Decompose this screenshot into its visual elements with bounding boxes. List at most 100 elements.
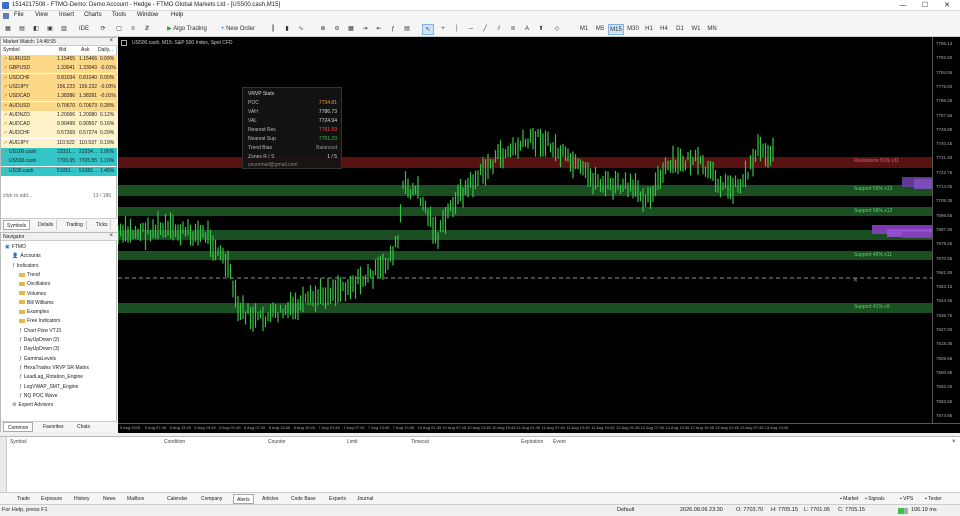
toolbox-side-strip[interactable] — [0, 437, 7, 493]
channel-icon[interactable]: ⫽ — [494, 24, 504, 35]
tab-ticks[interactable]: Ticks — [93, 220, 112, 230]
market-watch-row[interactable]: ↗ AUDCHF 0.57269 0.57274 0.29% — [1, 129, 117, 139]
timeframe-h4[interactable]: H4 — [657, 24, 671, 35]
market-watch-icon[interactable]: ◧ — [31, 24, 41, 35]
tab-exposure[interactable]: Exposure — [38, 494, 65, 504]
timeframe-d1[interactable]: D1 — [673, 24, 687, 35]
market-watch-row[interactable]: ↗ EURUSD 1.15455 1.15466 0.09% — [1, 55, 117, 64]
market-watch-row[interactable]: ↗ USDCHF 0.81034 0.81040 0.00% — [1, 73, 117, 83]
shapes-icon[interactable]: ◇ — [552, 24, 562, 35]
timeframe-m1[interactable]: M1 — [577, 24, 591, 35]
menu-view[interactable]: View — [35, 12, 48, 18]
tab-code-base[interactable]: Code Base — [288, 494, 319, 504]
market-watch-row[interactable]: ↗ US500.cash 7705.65 7705.55 1.10% — [1, 157, 117, 167]
arrows-icon[interactable]: ⬆ — [536, 24, 546, 35]
algo-trading-button[interactable]: ▶ Algo Trading — [163, 24, 211, 35]
menu-window[interactable]: Window — [137, 12, 158, 18]
navigator-item[interactable]: Trend — [19, 271, 40, 280]
new-chart-icon[interactable]: ▦ — [3, 24, 13, 35]
autoscroll-icon[interactable]: ⇥ — [360, 24, 370, 35]
market-watch-row[interactable]: ↗ AUDJPY 110.522 110.537 0.19% — [1, 138, 117, 148]
navigator-item[interactable]: ƒ DayUpDown (2) — [19, 336, 59, 345]
alerts-col-expiration[interactable]: Expiration — [521, 439, 543, 445]
mw-col-ask[interactable]: Ask — [81, 47, 89, 53]
new-order-button[interactable]: + New Order — [216, 24, 260, 35]
navigator-item[interactable]: ƒ LogVWAP_SMT_Engine — [19, 383, 78, 392]
navigator-item[interactable]: Free Indicators — [19, 317, 60, 326]
menu-charts[interactable]: Charts — [84, 12, 102, 18]
market-watch-row[interactable]: ↗ AUDCAD 0.90499 0.90507 0.16% — [1, 120, 117, 130]
history-icon[interactable]: ▢ — [114, 24, 124, 35]
tile-windows-icon[interactable]: ▦ — [346, 24, 356, 35]
horizontal-line-icon[interactable]: ─ — [466, 24, 476, 35]
tab-details[interactable]: Details — [35, 220, 58, 230]
alerts-col-counter[interactable]: Counter — [268, 439, 286, 445]
market-watch-row[interactable]: ↗ USDCAD 1.38386 1.38391 -0.01% — [1, 92, 117, 102]
toolbox-close-icon[interactable]: × — [952, 439, 956, 445]
navigator-close-icon[interactable]: × — [109, 233, 113, 239]
text-icon[interactable]: A — [522, 24, 532, 35]
tab-company[interactable]: Company — [198, 494, 225, 504]
tab-experts[interactable]: Experts — [326, 494, 349, 504]
timeframe-m30[interactable]: M30 — [625, 24, 641, 35]
close-button[interactable]: ✕ — [940, 1, 954, 10]
sync-icon[interactable]: ⇵ — [142, 24, 152, 35]
bar-chart-icon[interactable]: ┃ — [268, 24, 278, 35]
alerts-col-limit[interactable]: Limit — [347, 439, 358, 445]
mw-add-symbol[interactable]: click to add... — [3, 193, 32, 199]
timeframe-h1[interactable]: H1 — [642, 24, 656, 35]
navigator-item[interactable]: ƒ NQ POC Wave — [19, 392, 58, 401]
tab-symbols[interactable]: Symbols — [3, 220, 31, 230]
tab-alerts[interactable]: Alerts — [233, 494, 254, 504]
zoom-in-icon[interactable]: ⊕ — [318, 24, 328, 35]
navigator-item[interactable]: ƒ Chart Flow VTJ3 — [19, 327, 61, 336]
menu-help[interactable]: Help — [171, 12, 183, 18]
toolbox-vps-button[interactable]: ▪ VPS — [897, 494, 916, 504]
alerts-col-timeout[interactable]: Timeout — [411, 439, 429, 445]
alerts-col-symbol[interactable]: Symbol — [10, 439, 27, 445]
cursor-icon[interactable]: ↖ — [422, 24, 434, 35]
minimize-button[interactable]: — — [896, 1, 910, 10]
navigator-item[interactable]: ƒ Indicators — [12, 262, 38, 271]
menu-insert[interactable]: Insert — [59, 12, 74, 18]
menu-tools[interactable]: Tools — [112, 12, 126, 18]
market-watch-row[interactable]: ↗ US30.cash 51051... 51082... 1.45% — [1, 166, 117, 176]
tab-chats[interactable]: Chats — [73, 422, 94, 432]
navigator-item[interactable]: Volumes — [19, 290, 46, 299]
toolbox-signals-button[interactable]: ▪ Signals — [862, 494, 888, 504]
timeframe-w1[interactable]: W1 — [689, 24, 703, 35]
tab-trade[interactable]: Trade — [14, 494, 33, 504]
market-watch-row[interactable]: ↗ GBPUSD 1.33041 1.33043 -0.01% — [1, 64, 117, 74]
data-window-icon[interactable]: ▥ — [59, 24, 69, 35]
timeframe-m5[interactable]: M5 — [593, 24, 607, 35]
chart-canvas[interactable]: ✕ — [118, 37, 932, 423]
mw-col-daily[interactable]: Daily... — [98, 47, 113, 53]
price-chart[interactable]: ✕ US500.cash, M15: S&P 500 Index, Spot C… — [118, 37, 932, 423]
mw-col-symbol[interactable]: Symbol — [3, 47, 20, 53]
market-watch-row[interactable]: ↗ USDJPY 156.223 156.232 -0.03% — [1, 82, 117, 92]
tab-mailbox[interactable]: Mailbox — [124, 494, 147, 504]
navigator-item[interactable]: ⚙ Expert Advisors — [12, 401, 53, 410]
tab-articles[interactable]: Articles — [259, 494, 281, 504]
tab-journal[interactable]: Journal — [354, 494, 376, 504]
mw-col-bid[interactable]: Bid — [59, 47, 66, 53]
navigator-item[interactable]: ƒ GammaLevels — [19, 355, 56, 364]
zoom-out-icon[interactable]: ⊖ — [332, 24, 342, 35]
chart-shift-icon[interactable]: ⇤ — [374, 24, 384, 35]
trendline-icon[interactable]: ╱ — [480, 24, 490, 35]
maximize-button[interactable]: ☐ — [918, 1, 932, 10]
ide-button[interactable]: IDE — [74, 24, 94, 35]
navigator-item[interactable]: ƒ LeadLag_Rotation_Engine — [19, 373, 83, 382]
market-watch-row[interactable]: ↗ AUDUSD 0.70670 0.70673 0.28% — [1, 101, 117, 111]
tab-news[interactable]: News — [100, 494, 119, 504]
navigator-item[interactable]: ƒ DayUpDown (3) — [19, 345, 59, 354]
alerts-col-event[interactable]: Event — [553, 439, 566, 445]
tab-common[interactable]: Common — [3, 422, 34, 432]
vertical-line-icon[interactable]: │ — [452, 24, 462, 35]
toolbox-market-button[interactable]: ▪ Market — [837, 494, 861, 504]
crosshair-icon[interactable]: + — [438, 24, 448, 35]
indicators-icon[interactable]: ƒ — [388, 24, 398, 35]
market-watch-row[interactable]: ↗ AUDNZD 1.20066 1.20080 0.12% — [1, 110, 117, 120]
line-chart-icon[interactable]: ∿ — [296, 24, 306, 35]
fibonacci-icon[interactable]: ≋ — [508, 24, 518, 35]
